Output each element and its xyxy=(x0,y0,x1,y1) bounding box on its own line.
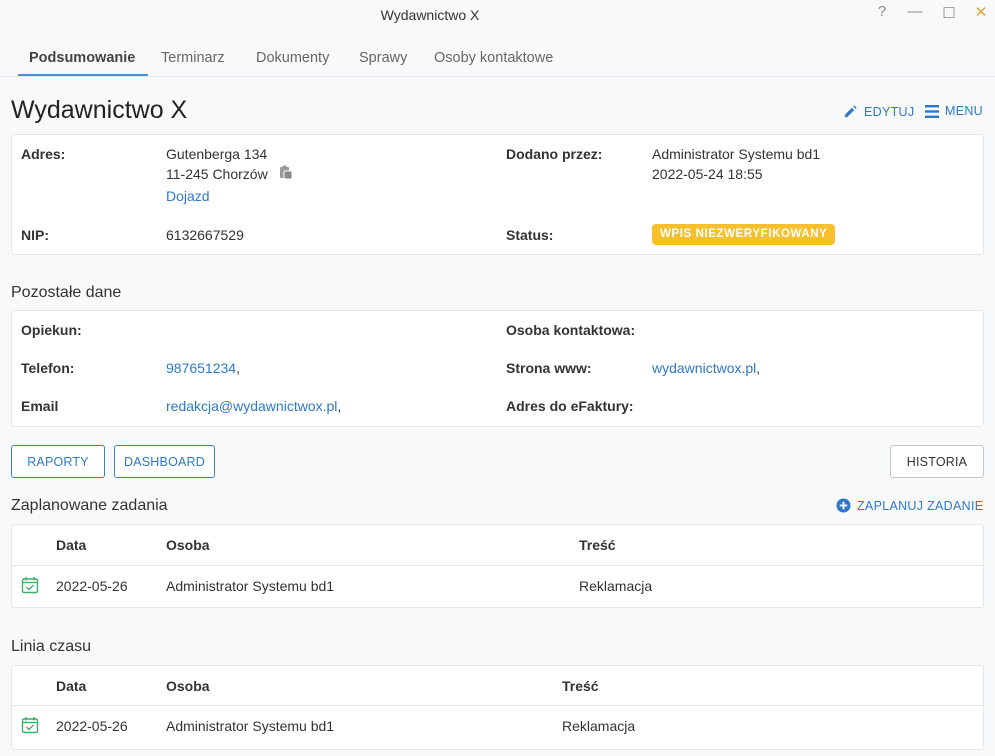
email-label: Email xyxy=(21,398,59,414)
tab-dokumenty[interactable]: Dokumenty xyxy=(256,50,329,66)
table-divider xyxy=(12,565,983,566)
tab-terminarz[interactable]: Terminarz xyxy=(161,50,225,66)
clipboard-icon[interactable] xyxy=(278,164,293,180)
phone-label: Telefon: xyxy=(21,360,75,376)
address-line1: Gutenberga 134 xyxy=(166,146,268,162)
page-title: Wydawnictwo X xyxy=(11,96,188,124)
tab-sprawy[interactable]: Sprawy xyxy=(359,50,407,66)
phone-value-wrap: 987651234, xyxy=(166,360,240,376)
planned-row-content: Reklamacja xyxy=(579,578,653,594)
planned-row-date: 2022-05-26 xyxy=(56,578,128,594)
efaktura-label: Adres do eFaktury: xyxy=(506,398,634,414)
timeline-title: Linia czasu xyxy=(11,638,92,655)
timeline-table xyxy=(11,665,984,750)
planned-col-content: Treść xyxy=(579,537,616,553)
guardian-label: Opiekun: xyxy=(21,322,82,338)
maximize-icon[interactable]: ☐ xyxy=(937,4,961,22)
address-line2: 11-245 Chorzów xyxy=(166,166,268,182)
plus-circle-icon xyxy=(836,498,851,513)
added-date: 2022-05-24 18:55 xyxy=(652,166,763,182)
timeline-row-date: 2022-05-26 xyxy=(56,718,128,734)
calendar-check-icon xyxy=(21,717,39,734)
help-icon[interactable]: ? xyxy=(870,3,894,20)
website-link[interactable]: wydawnictwox.pl xyxy=(652,360,756,376)
other-data-title: Pozostałe dane xyxy=(11,284,122,301)
timeline-col-person: Osoba xyxy=(166,678,210,694)
other-data-card xyxy=(11,310,984,427)
window-title: Wydawnictwo X xyxy=(380,7,480,23)
active-tab-indicator xyxy=(18,74,148,76)
tab-podsumowanie[interactable]: Podsumowanie xyxy=(29,50,135,66)
tab-osoby-kontaktowe[interactable]: Osoby kontaktowe xyxy=(434,50,553,66)
timeline-row-content: Reklamacja xyxy=(562,718,636,734)
email-link[interactable]: redakcja@wydawnictwox.pl xyxy=(166,398,337,414)
nip-label: NIP: xyxy=(21,227,49,243)
minimize-icon[interactable]: — xyxy=(903,3,927,20)
status-badge: WPIS NIEZWERYFIKOWANY xyxy=(652,224,836,245)
edit-label: EDYTUJ xyxy=(864,104,915,119)
address-label: Adres: xyxy=(21,146,66,162)
pencil-icon xyxy=(844,105,857,118)
nip-value: 6132667529 xyxy=(166,227,244,243)
email-separator: , xyxy=(337,398,342,414)
website-label: Strona www: xyxy=(506,360,592,376)
planned-col-date: Data xyxy=(56,537,87,553)
schedule-task-button[interactable]: ZAPLANUJ ZADANIE xyxy=(836,498,983,513)
contact-person-label: Osoba kontaktowa: xyxy=(506,322,636,338)
summary-card xyxy=(11,134,984,255)
directions-link[interactable]: Dojazd xyxy=(166,188,210,204)
timeline-col-content: Treść xyxy=(562,678,599,694)
timeline-row-person: Administrator Systemu bd1 xyxy=(166,718,335,734)
calendar-check-icon xyxy=(21,577,39,594)
planned-col-person: Osoba xyxy=(166,537,210,553)
schedule-task-label: ZAPLANUJ ZADANIE xyxy=(857,498,984,513)
planned-row-person: Administrator Systemu bd1 xyxy=(166,578,335,594)
added-by-value: Administrator Systemu bd1 xyxy=(652,146,821,162)
planned-tasks-title: Zaplanowane zadania xyxy=(11,497,168,514)
dashboard-button[interactable]: DASHBOARD xyxy=(114,445,215,478)
planned-tasks-table xyxy=(11,524,984,608)
email-value-wrap: redakcja@wydawnictwox.pl, xyxy=(166,398,341,414)
phone-separator: , xyxy=(236,360,240,376)
table-divider xyxy=(12,705,983,706)
website-separator: , xyxy=(756,360,761,376)
website-value-wrap: wydawnictwox.pl, xyxy=(652,360,760,376)
reports-button[interactable]: RAPORTY xyxy=(11,445,105,478)
phone-link[interactable]: 987651234 xyxy=(166,360,236,376)
menu-button[interactable]: MENU xyxy=(925,104,983,118)
added-by-label: Dodano przez: xyxy=(506,146,603,162)
timeline-col-date: Data xyxy=(56,678,87,694)
menu-label: MENU xyxy=(945,104,984,118)
history-button[interactable]: HISTORIA xyxy=(890,445,984,478)
edit-button[interactable]: EDYTUJ xyxy=(843,104,914,119)
close-icon[interactable]: ✕ xyxy=(969,3,993,21)
hamburger-icon xyxy=(925,104,939,118)
status-label: Status: xyxy=(506,227,554,243)
window-titlebar: Wydawnictwo X ? — ☐ ✕ xyxy=(0,0,995,30)
tab-bar: Podsumowanie Terminarz Dokumenty Sprawy … xyxy=(0,40,995,77)
